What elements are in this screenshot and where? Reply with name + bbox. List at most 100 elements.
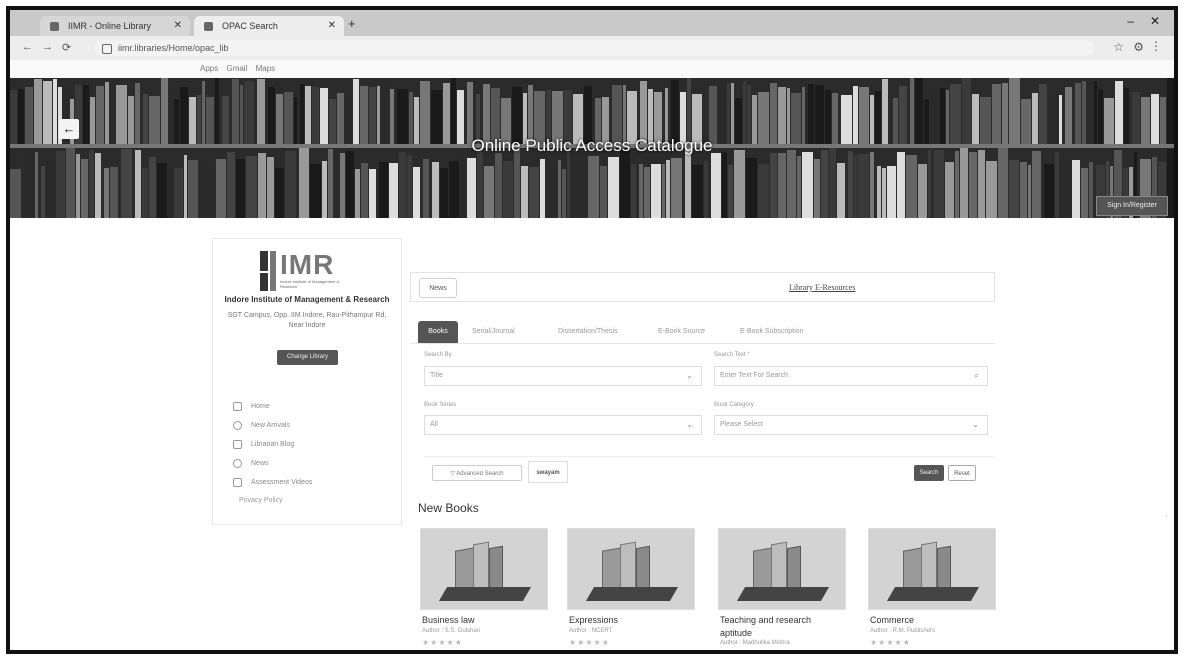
search-icon[interactable]: ⌕ xyxy=(975,367,979,385)
advanced-search-label: Advanced Search xyxy=(456,471,504,477)
book-spine xyxy=(149,157,156,218)
book-card[interactable]: Teaching and research aptitude Author : … xyxy=(718,528,846,650)
book-spine xyxy=(829,148,836,218)
book-spine xyxy=(346,151,354,218)
book-spine xyxy=(746,158,757,218)
search-text-input[interactable]: Enter Text For Search ⌕ xyxy=(714,366,988,386)
search-button[interactable]: Search xyxy=(914,465,944,481)
institution-address: SGT Campus, Opp. IIM Indore, Rau-Pithamp… xyxy=(227,312,387,329)
tab-ebook-source[interactable]: E-Book Source xyxy=(658,321,705,343)
bookmark-item[interactable]: Gmail xyxy=(226,64,247,73)
book-series-select[interactable]: All ⌄ xyxy=(424,415,702,435)
book-spine xyxy=(157,163,167,218)
book-spine xyxy=(355,169,360,218)
book-card[interactable]: Expressions Author : NCERT ★★★★★ xyxy=(567,528,695,650)
sidebar-item-label: Librarian Blog xyxy=(251,441,295,448)
swayam-logo[interactable]: swayam xyxy=(528,461,568,483)
sign-in-button[interactable]: Sign In/Register xyxy=(1096,196,1168,216)
sidebar-item-label: Home xyxy=(251,403,270,410)
book-spine xyxy=(1002,83,1008,144)
browser-tab-1[interactable]: IIMR - Online Library ✕ xyxy=(40,16,190,36)
book-title[interactable]: Commerce xyxy=(870,614,994,627)
book-spine xyxy=(202,81,205,144)
book-title[interactable]: Expressions xyxy=(569,614,693,627)
book-category-select[interactable]: Please Select ⌄ xyxy=(714,415,988,435)
privacy-policy-link[interactable]: Privacy Policy xyxy=(239,497,283,504)
book-spine xyxy=(577,149,587,218)
tab-dissertation-thesis[interactable]: Dissertation/Thesis xyxy=(558,321,618,343)
book-spine xyxy=(731,83,734,144)
book-spine xyxy=(639,164,643,218)
close-tab-icon[interactable]: ✕ xyxy=(174,16,182,36)
forward-arrow-icon[interactable]: → xyxy=(42,41,53,53)
sidebar-item-librarian-blog[interactable]: Librarian Blog xyxy=(233,435,312,454)
library-eresources-link[interactable]: Library E-Resources xyxy=(789,283,855,292)
screenshot-frame: IIMR - Online Library ✕ OPAC Search ✕ + … xyxy=(6,6,1178,654)
book-spine xyxy=(870,152,874,218)
book-spine xyxy=(460,153,464,218)
book-spine xyxy=(121,149,132,218)
book-spine xyxy=(734,150,745,218)
reset-button[interactable]: Reset xyxy=(948,465,976,481)
book-spine xyxy=(1009,160,1019,218)
book-spine xyxy=(770,153,777,218)
book-spine xyxy=(81,159,88,218)
bookmark-item[interactable]: Apps xyxy=(200,64,218,73)
book-spine xyxy=(955,151,959,218)
url-input[interactable]: iimr.libraries/Home/opac_lib xyxy=(94,40,1094,56)
reload-icon[interactable]: ⟳ xyxy=(62,41,71,54)
book-cover-image xyxy=(420,528,548,610)
sidebar-item-news[interactable]: News xyxy=(233,454,312,473)
book-spine xyxy=(10,169,21,218)
book-spine xyxy=(600,166,607,218)
search-by-label: Search By xyxy=(424,352,452,358)
sidebar-item-new-arrivals[interactable]: New Arrivals xyxy=(233,416,312,435)
browser-tab-label: IIMR - Online Library xyxy=(68,21,152,31)
book-spine xyxy=(671,80,679,144)
book-title[interactable]: Business law xyxy=(422,614,546,627)
book-spine xyxy=(477,149,483,218)
book-spine xyxy=(1060,162,1071,218)
book-spine xyxy=(227,152,235,218)
search-by-value: Title xyxy=(430,372,443,379)
book-spine xyxy=(216,159,226,218)
minimize-icon[interactable]: – xyxy=(1127,14,1134,28)
news-button[interactable]: News xyxy=(419,278,457,298)
book-spine xyxy=(334,159,339,218)
book-spine xyxy=(300,84,304,144)
tab-serial-journal[interactable]: Serial/Journal xyxy=(472,321,515,343)
book-spine xyxy=(43,81,52,144)
browser-menu-icon[interactable]: ⋮ xyxy=(1150,39,1162,53)
close-tab-icon[interactable]: ✕ xyxy=(328,16,336,36)
book-title[interactable]: Teaching and research aptitude xyxy=(720,614,844,640)
browser-tab-2[interactable]: OPAC Search ✕ xyxy=(194,16,344,36)
book-spine xyxy=(562,169,566,218)
tab-books[interactable]: Books xyxy=(418,321,458,343)
close-window-icon[interactable]: ✕ xyxy=(1150,14,1160,28)
book-spine xyxy=(640,81,647,144)
sidebar-item-home[interactable]: Home xyxy=(233,397,312,416)
book-card[interactable]: Business law Author : S.S. Gulshan ★★★★★ xyxy=(420,528,548,650)
book-card[interactable]: Commerce Author : R.M. Publishers ★★★★★ xyxy=(868,528,996,650)
book-spine xyxy=(915,78,923,144)
bookmark-item[interactable]: Maps xyxy=(256,64,276,73)
book-spine xyxy=(687,78,691,144)
chevron-down-icon: ⌄ xyxy=(686,420,693,429)
extension-icon[interactable]: ⚙ xyxy=(1133,40,1144,54)
new-tab-icon[interactable]: + xyxy=(348,16,356,31)
book-spine xyxy=(644,167,650,218)
book-spine xyxy=(89,150,94,218)
scroll-indicator: · xyxy=(1165,510,1168,520)
search-by-select[interactable]: Title ⌄ xyxy=(424,366,702,386)
tab-ebook-subscription[interactable]: E-Book Subscription xyxy=(740,321,803,343)
book-spine xyxy=(877,166,881,218)
book-spine xyxy=(703,84,706,144)
sidebar-item-assessment-videos[interactable]: Assessment Videos xyxy=(233,473,312,492)
back-arrow-icon[interactable]: ← xyxy=(22,41,33,53)
change-library-button[interactable]: Change Library xyxy=(277,350,338,365)
book-spine xyxy=(548,168,555,218)
book-spine xyxy=(379,162,388,218)
advanced-search-button[interactable]: ▽ Advanced Search xyxy=(432,465,522,481)
book-spine xyxy=(1089,162,1093,218)
bookmark-star-icon[interactable]: ☆ xyxy=(1113,40,1124,54)
